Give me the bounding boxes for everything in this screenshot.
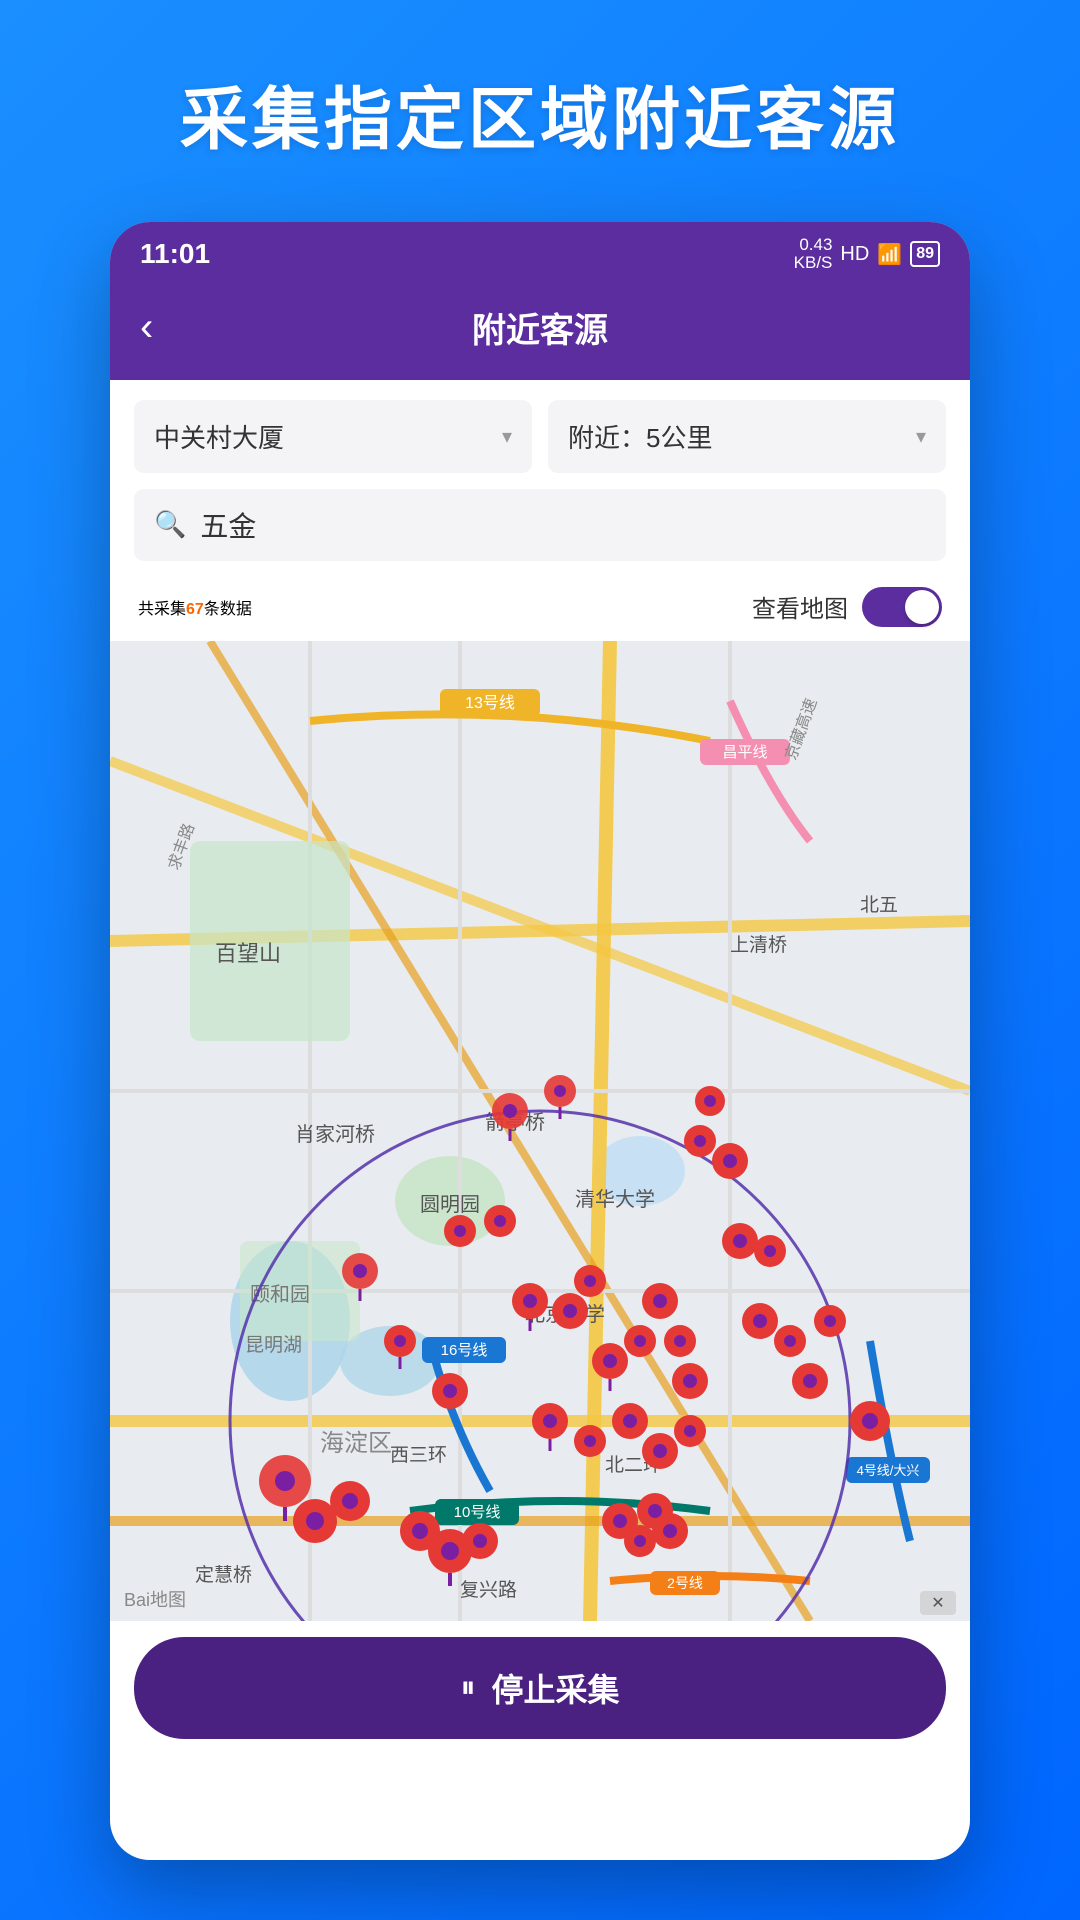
map-view-toggle[interactable] (862, 587, 942, 627)
svg-text:百望山: 百望山 (215, 941, 281, 966)
svg-text:16号线: 16号线 (441, 1342, 488, 1359)
map-label: 查看地图 (752, 589, 848, 624)
status-speed: 0.43KB/S (794, 236, 833, 273)
page-title: 附近客源 (472, 303, 608, 352)
search-box[interactable]: 🔍 五金 (134, 489, 946, 561)
stats-suffix: 条数据 (204, 601, 252, 618)
svg-text:4号线/大兴: 4号线/大兴 (857, 1463, 920, 1478)
search-icon: 🔍 (154, 509, 186, 540)
search-input[interactable]: 五金 (200, 505, 926, 545)
svg-text:昆明湖: 昆明湖 (245, 1334, 302, 1356)
status-hd: HD (840, 243, 869, 266)
map-toggle-area: 查看地图 (752, 587, 942, 627)
status-battery: 89 (910, 241, 940, 267)
status-signal: 📶 (877, 242, 902, 267)
location-dropdown[interactable]: 中关村大厦 ▾ (134, 400, 532, 473)
back-button[interactable]: ‹ (140, 305, 153, 350)
svg-text:上清桥: 上清桥 (730, 934, 787, 956)
stop-collect-button[interactable]: ⏸ 停止采集 (134, 1637, 946, 1739)
svg-text:昌平线: 昌平线 (722, 744, 767, 761)
pause-icon: ⏸ (460, 1671, 475, 1705)
svg-text:定慧桥: 定慧桥 (195, 1564, 252, 1586)
controls-area: 中关村大厦 ▾ 附近：5公里 ▾ 🔍 五金 共采集67条数据 查看地图 (110, 380, 970, 641)
range-dropdown[interactable]: 附近：5公里 ▾ (548, 400, 946, 473)
bottom-bar: ⏸ 停止采集 (110, 1621, 970, 1759)
svg-text:圆明园: 圆明园 (420, 1194, 480, 1216)
range-label: 附近：5公里 (568, 418, 712, 455)
stats-count: 67 (186, 601, 204, 618)
status-bar: 11:01 0.43KB/S HD 📶 89 (110, 222, 970, 283)
phone-frame: 11:01 0.43KB/S HD 📶 89 ‹ 附近客源 中关村大厦 ▾ 附近… (110, 222, 970, 1860)
svg-text:2号线: 2号线 (667, 1575, 703, 1591)
stop-button-label: 停止采集 (491, 1665, 619, 1711)
svg-text:13号线: 13号线 (465, 694, 515, 712)
location-label: 中关村大厦 (154, 418, 284, 455)
svg-text:西三环: 西三环 (390, 1445, 447, 1466)
svg-text:复兴路: 复兴路 (460, 1579, 517, 1601)
location-arrow: ▾ (502, 424, 512, 449)
svg-text:清华大学: 清华大学 (575, 1188, 655, 1211)
svg-text:北五: 北五 (860, 894, 898, 916)
stats-prefix: 共采集 (138, 601, 186, 618)
app-header: ‹ 附近客源 (110, 283, 970, 380)
dropdowns-row: 中关村大厦 ▾ 附近：5公里 ▾ (134, 400, 946, 473)
toggle-knob (905, 590, 939, 624)
svg-text:Bai地图: Bai地图 (124, 1590, 186, 1610)
hero-title: 采集指定区域附近客源 (120, 0, 960, 222)
svg-text:颐和园: 颐和园 (250, 1283, 310, 1306)
range-arrow: ▾ (916, 424, 926, 449)
status-time: 11:01 (140, 238, 210, 270)
stats-row: 共采集67条数据 查看地图 (134, 577, 946, 641)
svg-text:✕: ✕ (931, 1595, 944, 1612)
status-icons: 0.43KB/S HD 📶 89 (794, 236, 940, 273)
map-area: 13号线 昌平线 16号线 10号线 4号线/大兴 2号线 百望山 肖家河桥 圆… (110, 641, 970, 1621)
stats-text: 共采集67条数据 (138, 595, 252, 619)
svg-text:海淀区: 海淀区 (320, 1430, 392, 1457)
svg-text:10号线: 10号线 (454, 1504, 501, 1521)
svg-text:肖家河桥: 肖家河桥 (295, 1123, 375, 1146)
